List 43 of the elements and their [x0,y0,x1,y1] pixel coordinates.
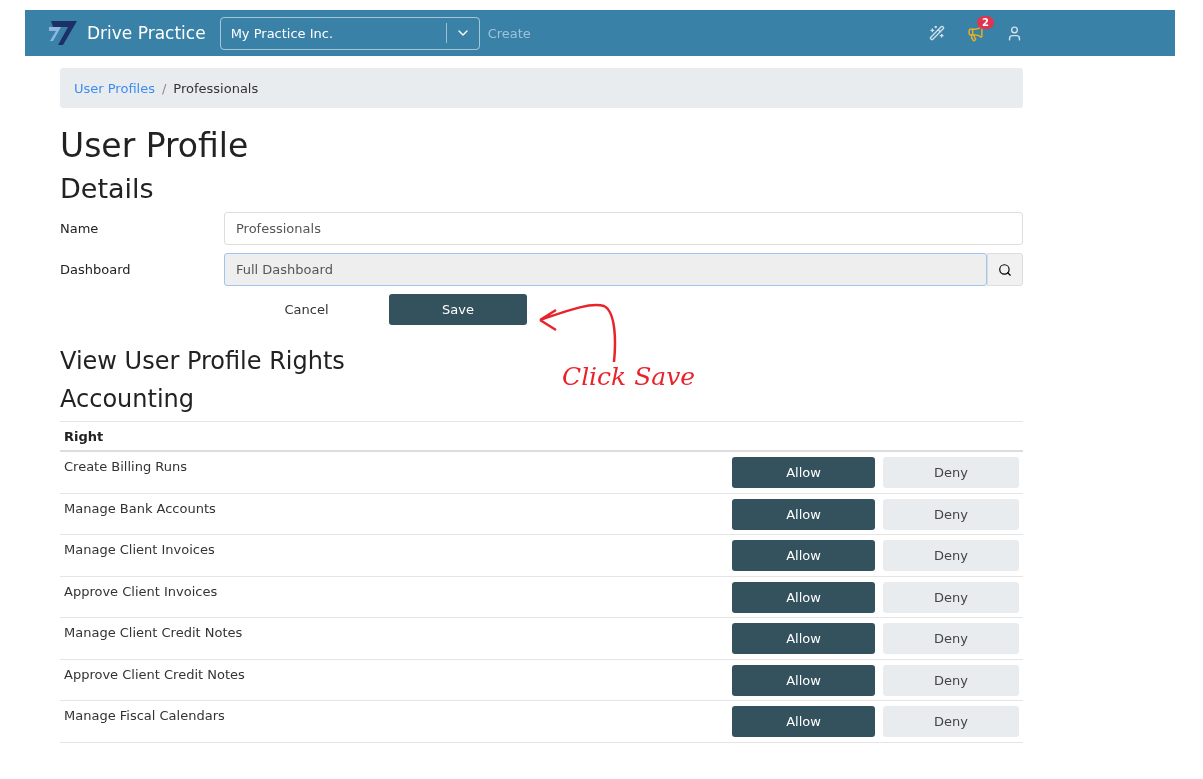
section-heading: Accounting [60,385,195,413]
allow-button[interactable]: Allow [732,540,875,571]
table-cell-text: Manage Fiscal Calendars [64,707,226,723]
table-cell-text: Approve Client Credit Notes [64,665,246,682]
search-icon [998,262,1012,277]
user-icon[interactable] [1006,24,1023,42]
allow-button[interactable]: Allow [732,664,875,696]
table-cell-text: Manage Client Invoices [64,541,216,557]
notification-badge: 2 [977,15,994,29]
annotation-text: Click Save [562,362,696,391]
magic-wand-icon[interactable] [929,25,945,41]
save-button[interactable]: Save [389,294,527,325]
allow-button[interactable]: Allow [732,498,875,530]
allow-button[interactable]: Allow [732,457,875,488]
section-heading: View User Profile Rights [60,347,346,375]
table-cell-text: Create Billing Runs [64,458,189,474]
input-field[interactable]: Professionals [224,212,1023,245]
deny-button[interactable]: Deny [883,706,1019,737]
deny-button[interactable]: Deny [883,540,1019,571]
cancel-button[interactable]: Cancel [224,294,389,325]
page-title: User Profile [60,126,250,165]
brand-name[interactable]: Drive Practice [87,23,206,43]
allow-button[interactable]: Allow [732,623,875,654]
breadcrumb-separator: / [161,80,167,96]
breadcrumb-item[interactable]: Professionals [173,80,259,96]
practice-select[interactable]: My Practice Inc. [219,16,480,50]
field-label: Dashboard [60,262,132,277]
allow-button[interactable]: Allow [732,706,875,737]
deny-button[interactable]: Deny [883,457,1019,488]
column-header: Right [60,422,1023,452]
deny-button[interactable]: Deny [883,664,1019,696]
search-button[interactable] [987,253,1023,286]
allow-button[interactable]: Allow [732,581,875,613]
section-heading: Details [60,173,155,204]
deny-button[interactable]: Deny [883,623,1019,654]
table-cell-text: Manage Client Credit Notes [64,624,244,640]
field-label: Name [60,221,100,236]
deny-button[interactable]: Deny [883,498,1019,530]
logo-icon [47,19,79,47]
table-cell-text: Manage Bank Accounts [64,499,217,516]
table-cell-text: Approve Client Invoices [64,582,219,599]
lookup-field[interactable]: Full Dashboard [224,253,987,286]
deny-button[interactable]: Deny [883,581,1019,613]
